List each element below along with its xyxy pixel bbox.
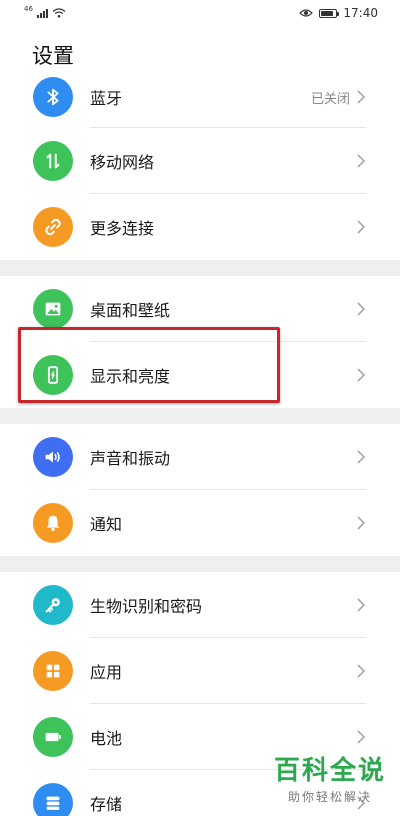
settings-group-connectivity: 蓝牙 已关闭 移动网络 更多连接 — [0, 66, 400, 260]
settings-item-notifications[interactable]: 通知 — [0, 490, 400, 556]
settings-item-bluetooth[interactable]: 蓝牙 已关闭 — [0, 66, 400, 128]
apps-icon — [33, 651, 73, 691]
settings-item-sound-vibration[interactable]: 声音和振动 — [0, 424, 400, 490]
signal-icon — [36, 8, 48, 18]
chevron-right-icon — [357, 90, 366, 104]
settings-item-mobile-network[interactable]: 移动网络 — [0, 128, 400, 194]
sound-icon — [33, 437, 73, 477]
clock: 17:40 — [343, 6, 378, 20]
section-gap — [0, 408, 400, 424]
settings-item-label: 应用 — [90, 663, 123, 682]
section-gap — [0, 556, 400, 572]
settings-group-display: 桌面和壁纸 显示和亮度 — [0, 276, 400, 408]
display-icon — [33, 355, 73, 395]
battery-icon — [33, 717, 73, 757]
settings-item-label: 蓝牙 — [90, 89, 123, 108]
settings-item-label: 电池 — [90, 729, 123, 748]
section-gap — [0, 260, 400, 276]
bell-icon — [33, 503, 73, 543]
settings-group-sound: 声音和振动 通知 — [0, 424, 400, 556]
settings-item-label: 更多连接 — [90, 219, 155, 238]
settings-item-label: 生物识别和密码 — [90, 597, 203, 616]
battery-icon — [319, 8, 340, 18]
settings-item-more-connections[interactable]: 更多连接 — [0, 194, 400, 260]
chevron-right-icon — [357, 598, 366, 612]
eye-comfort-icon — [299, 9, 314, 17]
chevron-right-icon — [357, 302, 366, 316]
bluetooth-status: 已关闭 — [310, 91, 350, 107]
key-icon — [33, 585, 73, 625]
chevron-right-icon — [357, 154, 366, 168]
chevron-right-icon — [357, 730, 366, 744]
wallpaper-icon — [33, 289, 73, 329]
mobile-data-icon — [33, 141, 73, 181]
chevron-right-icon — [357, 516, 366, 530]
watermark-subtitle: 助你轻松解决 — [287, 790, 372, 804]
settings-item-label: 显示和亮度 — [90, 367, 171, 386]
settings-item-label: 桌面和壁纸 — [90, 301, 171, 320]
settings-item-display-brightness[interactable]: 显示和亮度 — [0, 342, 400, 408]
storage-icon — [33, 783, 73, 816]
settings-item-apps[interactable]: 应用 — [0, 638, 400, 704]
chevron-right-icon — [357, 220, 366, 234]
settings-item-biometrics-password[interactable]: 生物识别和密码 — [0, 572, 400, 638]
bluetooth-icon — [33, 77, 73, 117]
status-bar: 46 17:40 — [0, 0, 400, 26]
watermark: 百科全说 助你轻松解决 — [274, 756, 386, 805]
settings-item-label: 移动网络 — [90, 153, 155, 172]
settings-item-home-wallpaper[interactable]: 桌面和壁纸 — [0, 276, 400, 342]
watermark-title: 百科全说 — [273, 756, 386, 786]
status-right: 17:40 — [299, 6, 378, 20]
wifi-icon — [52, 8, 66, 18]
battery-fill — [321, 10, 334, 16]
status-left: 46 — [24, 5, 66, 18]
link-icon — [33, 207, 73, 247]
chevron-right-icon — [357, 664, 366, 678]
network-type: 46 — [24, 5, 33, 13]
chevron-right-icon — [357, 368, 366, 382]
settings-item-label: 声音和振动 — [90, 449, 171, 468]
settings-list: 蓝牙 已关闭 移动网络 更多连接 桌面和壁纸 显示和亮度 声音和振动 通知 生物… — [0, 66, 400, 816]
settings-item-label: 通知 — [90, 515, 123, 534]
chevron-right-icon — [357, 450, 366, 464]
